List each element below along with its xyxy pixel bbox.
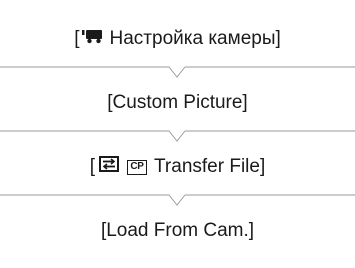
menu-step-custom-picture: [Custom Picture] bbox=[0, 91, 355, 115]
step-connector bbox=[0, 130, 355, 146]
menu-step-camera-setup: [ Настройка камеры ] bbox=[0, 27, 355, 51]
bracket-close: ] bbox=[259, 156, 266, 177]
camera-setup-label: Настройка камеры bbox=[109, 28, 276, 49]
transfer-file-label: Transfer File bbox=[154, 156, 260, 177]
camera-icon bbox=[81, 27, 104, 51]
bracket-open: [ bbox=[74, 28, 80, 49]
step-connector bbox=[0, 66, 355, 82]
custom-picture-label: [Custom Picture] bbox=[107, 92, 248, 113]
cp-icon: CP bbox=[127, 159, 148, 175]
transfer-icon bbox=[99, 155, 120, 179]
bracket-open: [ bbox=[89, 156, 96, 177]
step-connector bbox=[0, 194, 355, 210]
menu-step-load-from-cam: [Load From Cam.] bbox=[0, 219, 355, 243]
bracket-close: ] bbox=[275, 28, 281, 49]
load-from-cam-label: [Load From Cam.] bbox=[100, 220, 255, 241]
menu-step-transfer-file: [ CP Transfer File ] bbox=[0, 155, 355, 179]
